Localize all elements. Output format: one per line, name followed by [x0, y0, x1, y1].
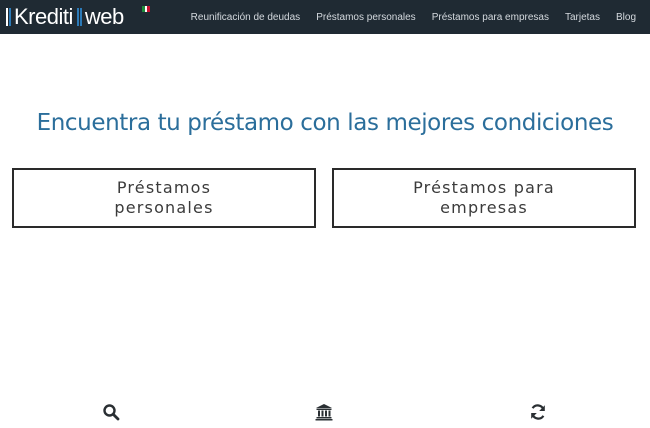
nav-item-blog[interactable]: Blog: [616, 12, 636, 23]
nav-item-business-loans[interactable]: Préstamos para empresas: [432, 12, 549, 23]
brand-name-part1: Krediti: [14, 4, 73, 29]
personal-loans-button[interactable]: Préstamos personales: [12, 168, 316, 228]
bank-icon: [315, 403, 333, 421]
search-icon: [102, 403, 120, 421]
personal-loans-label: Préstamos personales: [114, 178, 214, 217]
logo-separator: [76, 8, 83, 26]
nav-item-debt-consolidation[interactable]: Reunificación de deudas: [191, 12, 301, 23]
top-navbar: Krediti web Reunificación de deudas Prés…: [0, 0, 650, 34]
nav-item-cards[interactable]: Tarjetas: [565, 12, 600, 23]
brand-name-part2: web: [84, 4, 124, 29]
business-loans-button[interactable]: Préstamos para empresas: [332, 168, 636, 228]
brand-logo[interactable]: Krediti web: [6, 4, 124, 30]
business-loans-label: Préstamos para empresas: [413, 178, 555, 217]
nav-item-personal-loans[interactable]: Préstamos personales: [316, 12, 416, 23]
main-nav: Reunificación de deudas Préstamos person…: [175, 0, 636, 34]
hero-title: Encuentra tu préstamo con las mejores co…: [36, 110, 614, 136]
logo-bars: [6, 8, 12, 26]
refresh-icon: [529, 403, 547, 421]
mexico-flag-icon: [142, 6, 151, 12]
